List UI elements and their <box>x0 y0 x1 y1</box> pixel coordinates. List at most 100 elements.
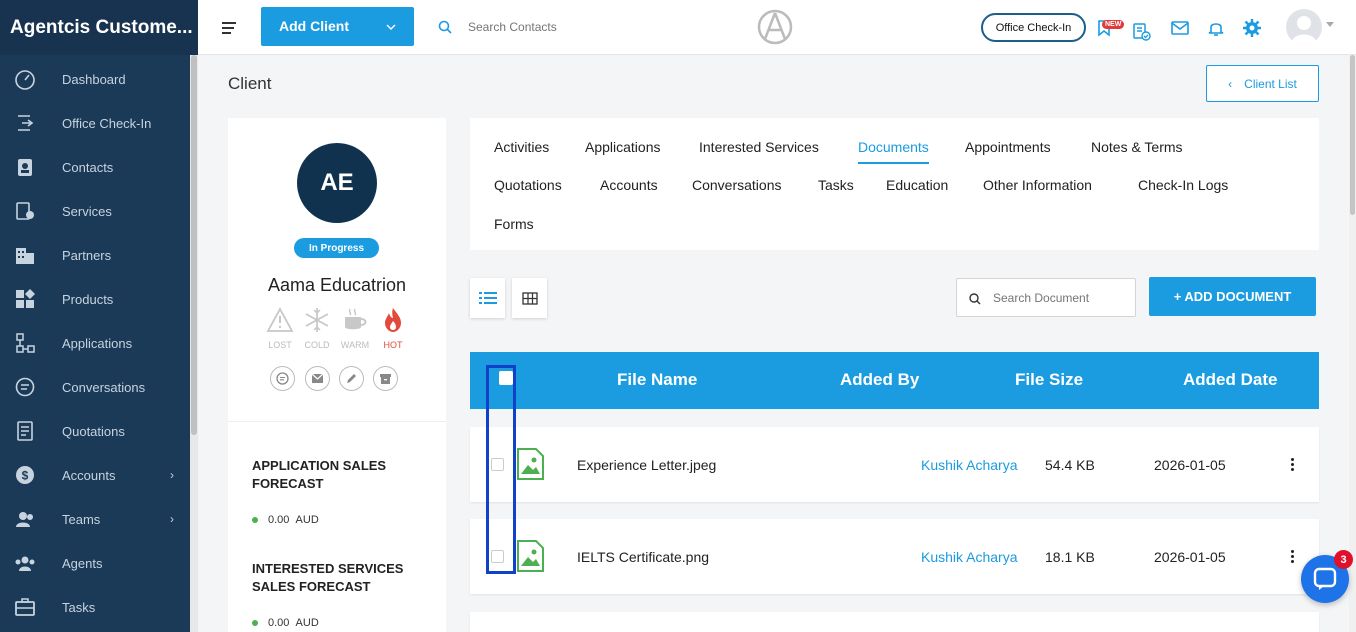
email-action-button[interactable] <box>305 366 330 391</box>
gear-icon[interactable] <box>1242 18 1262 38</box>
sidebar-item-accounts[interactable]: $ Accounts › <box>0 453 190 497</box>
search-contacts-input[interactable] <box>468 14 668 40</box>
sidebar-item-partners[interactable]: Partners <box>0 233 190 277</box>
sidebar-item-quotations[interactable]: Quotations <box>0 409 190 453</box>
tab-check-in-logs[interactable]: Check-In Logs <box>1138 177 1228 193</box>
sidebar-item-label: Products <box>62 291 114 307</box>
scrollbar-thumb[interactable] <box>191 55 197 435</box>
add-client-label: Add Client <box>279 18 349 34</box>
tab-accounts[interactable]: Accounts <box>600 177 658 193</box>
tab-forms[interactable]: Forms <box>494 216 534 232</box>
check-in-icon <box>18 115 34 131</box>
sidebar-item-office-check-in[interactable]: Office Check-In <box>0 101 190 145</box>
bell-icon[interactable] <box>1206 18 1226 38</box>
client-list-button[interactable]: ‹ Client List <box>1206 65 1319 102</box>
row-checkbox[interactable] <box>491 550 504 563</box>
sidebar-item-contacts[interactable]: Contacts <box>0 145 190 189</box>
forecast-amount: 0.00 <box>268 617 290 629</box>
client-name: Aama Educatrion <box>267 275 407 295</box>
sidebar-item-teams[interactable]: Teams › <box>0 497 190 541</box>
forecast-currency: AUD <box>295 617 319 629</box>
tab-education[interactable]: Education <box>886 177 948 193</box>
coffee-cup-icon <box>345 308 367 330</box>
chat-bubble-icon <box>1313 567 1337 590</box>
rating-lost[interactable]: LOST <box>262 307 298 350</box>
client-list-label: Client List <box>1244 76 1297 91</box>
sidebar-item-label: Office Check-In <box>62 115 152 131</box>
select-all-checkbox[interactable] <box>499 371 513 385</box>
sidebar-scrollbar[interactable] <box>190 55 198 632</box>
more-options-icon[interactable] <box>1286 545 1298 567</box>
add-client-button[interactable]: Add Client <box>261 7 414 46</box>
chevron-left-icon: ‹ <box>1228 76 1233 91</box>
new-badge: NEW <box>1102 20 1125 29</box>
task-checklist-icon[interactable] <box>1132 22 1152 42</box>
sidebar-item-applications[interactable]: Applications <box>0 321 190 365</box>
tab-conversations[interactable]: Conversations <box>692 177 782 193</box>
brand-title: Agentcis Custome... <box>0 0 198 55</box>
tab-applications[interactable]: Applications <box>585 139 661 155</box>
sidebar-item-label: Accounts <box>62 467 116 483</box>
page-scrollbar[interactable] <box>1349 55 1356 632</box>
pencil-icon <box>347 374 356 383</box>
tab-activities[interactable]: Activities <box>494 139 549 155</box>
file-name[interactable]: Experience Letter.jpeg <box>577 457 716 473</box>
documents-table-header: File Name Added By File Size Added Date <box>470 352 1319 409</box>
user-avatar[interactable] <box>1286 9 1322 45</box>
add-document-button[interactable]: + ADD DOCUMENT <box>1149 277 1316 316</box>
tab-other-information[interactable]: Other Information <box>983 177 1092 193</box>
added-by-link[interactable]: Kushik Acharya <box>921 549 1018 565</box>
forecast-amount: 0.00 <box>268 514 290 526</box>
conversations-icon <box>15 377 35 397</box>
rating-label: WARM <box>340 340 370 350</box>
sidebar-item-conversations[interactable]: Conversations <box>0 365 190 409</box>
tasks-icon <box>15 598 35 616</box>
tab-tasks[interactable]: Tasks <box>818 177 854 193</box>
divider <box>228 421 446 422</box>
status-dot <box>252 517 258 524</box>
rating-warm[interactable]: WARM <box>337 307 373 350</box>
sidebar-item-label: Partners <box>62 247 112 263</box>
warning-icon <box>266 307 294 332</box>
tab-notes-terms[interactable]: Notes & Terms <box>1091 139 1183 155</box>
sidebar-item-agents[interactable]: Agents <box>0 541 190 585</box>
added-by-link[interactable]: Kushik Acharya <box>921 457 1018 473</box>
rating-label: HOT <box>383 340 403 350</box>
file-name[interactable]: IELTS Certificate.png <box>577 549 709 565</box>
rating-hot[interactable]: HOT <box>375 307 411 350</box>
sidebar-item-dashboard[interactable]: Dashboard <box>0 57 190 101</box>
archive-action-button[interactable] <box>373 366 398 391</box>
search-document-input[interactable] <box>993 289 1133 307</box>
sidebar-item-services[interactable]: Services <box>0 189 190 233</box>
dashboard-icon <box>15 70 35 90</box>
edit-action-button[interactable] <box>339 366 364 391</box>
tab-interested-services[interactable]: Interested Services <box>699 139 819 155</box>
rating-cold[interactable]: COLD <box>299 307 335 350</box>
user-menu-caret-icon[interactable] <box>1326 22 1334 27</box>
partners-icon <box>16 248 34 264</box>
column-file-name: File Name <box>617 370 698 389</box>
application-sales-forecast-title: APPLICATION SALES FORECAST <box>252 458 387 491</box>
mail-icon[interactable] <box>1170 18 1190 38</box>
app-logo-icon <box>757 9 793 45</box>
products-icon <box>16 289 35 308</box>
sidebar-item-label: Quotations <box>62 423 125 439</box>
sidebar-item-products[interactable]: Products <box>0 277 190 321</box>
sidebar-item-label: Agents <box>62 555 103 571</box>
row-checkbox[interactable] <box>491 458 504 471</box>
tab-documents[interactable]: Documents <box>858 139 929 164</box>
scrollbar-thumb[interactable] <box>1350 55 1355 215</box>
more-options-icon[interactable] <box>1286 453 1298 475</box>
tab-quotations[interactable]: Quotations <box>494 177 562 193</box>
sidebar-item-tasks[interactable]: Tasks <box>0 585 190 629</box>
chevron-down-icon[interactable] <box>368 7 414 46</box>
image-file-icon <box>517 540 544 572</box>
menu-toggle-icon[interactable] <box>222 22 236 37</box>
chat-action-button[interactable] <box>270 366 295 391</box>
office-check-in-button[interactable]: Office Check-In <box>981 13 1086 42</box>
document-search <box>956 278 1136 317</box>
search-icon <box>969 293 981 305</box>
list-view-button[interactable] <box>470 278 505 318</box>
grid-view-button[interactable] <box>512 278 547 318</box>
tab-appointments[interactable]: Appointments <box>965 139 1051 155</box>
